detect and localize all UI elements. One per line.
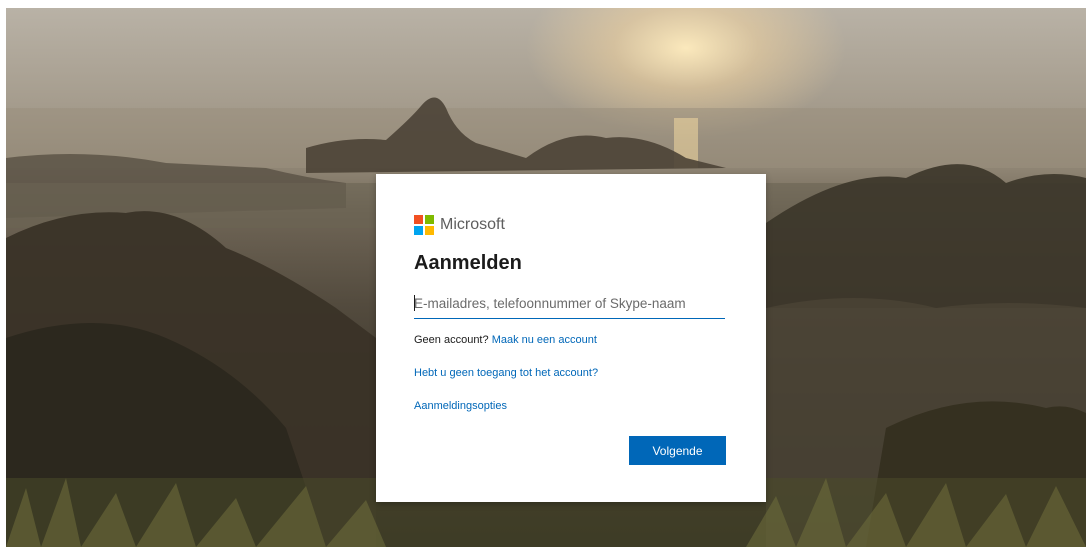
logo-square-red xyxy=(414,215,423,224)
signin-card: Microsoft Aanmelden Geen account? Maak n… xyxy=(376,174,766,502)
email-field-container[interactable] xyxy=(414,290,725,319)
background-image: Microsoft Aanmelden Geen account? Maak n… xyxy=(6,8,1086,547)
brand-name: Microsoft xyxy=(440,216,505,233)
microsoft-logo: Microsoft xyxy=(414,215,505,235)
logo-square-yellow xyxy=(425,226,434,235)
no-account-text: Geen account? xyxy=(414,334,489,346)
microsoft-logo-icon xyxy=(414,215,434,235)
page-title: Aanmelden xyxy=(414,252,522,274)
no-access-row: Hebt u geen toegang tot het account? xyxy=(414,367,598,379)
create-account-link[interactable]: Maak nu een account xyxy=(492,334,597,346)
next-button[interactable]: Volgende xyxy=(629,436,726,465)
text-caret xyxy=(414,295,415,311)
logo-square-blue xyxy=(414,226,423,235)
no-account-row: Geen account? Maak nu een account xyxy=(414,334,597,346)
signin-options-row: Aanmeldingsopties xyxy=(414,400,507,412)
email-field[interactable] xyxy=(414,290,725,316)
signin-options-link[interactable]: Aanmeldingsopties xyxy=(414,400,507,412)
no-access-link[interactable]: Hebt u geen toegang tot het account? xyxy=(414,367,598,379)
logo-square-green xyxy=(425,215,434,224)
